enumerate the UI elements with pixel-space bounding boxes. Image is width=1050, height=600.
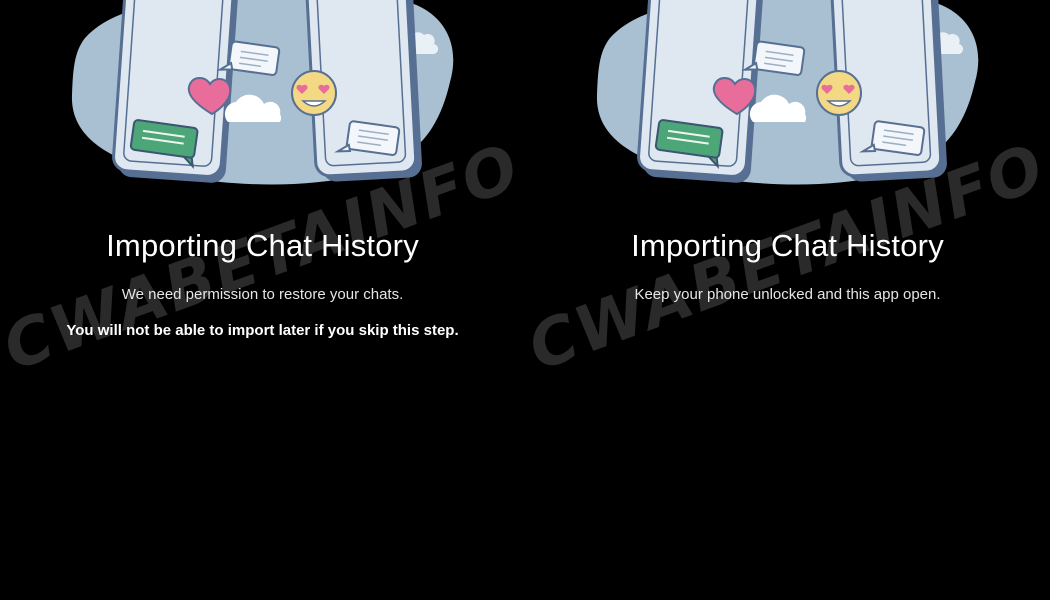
chat-import-illustration	[0, 0, 525, 200]
keep-unlocked-message: Keep your phone unlocked and this app op…	[634, 286, 941, 303]
page-title: Importing Chat History	[631, 228, 944, 263]
screen-importing: CWABETAINFO Importing Chat History Keep …	[525, 0, 1050, 600]
screen-permission: CWABETAINFO Importing Chat History We ne…	[0, 0, 525, 600]
chat-import-illustration	[525, 0, 1050, 200]
skip-warning: You will not be able to import later if …	[66, 322, 459, 339]
page-title: Importing Chat History	[106, 228, 419, 263]
permission-message: We need permission to restore your chats…	[121, 286, 404, 303]
